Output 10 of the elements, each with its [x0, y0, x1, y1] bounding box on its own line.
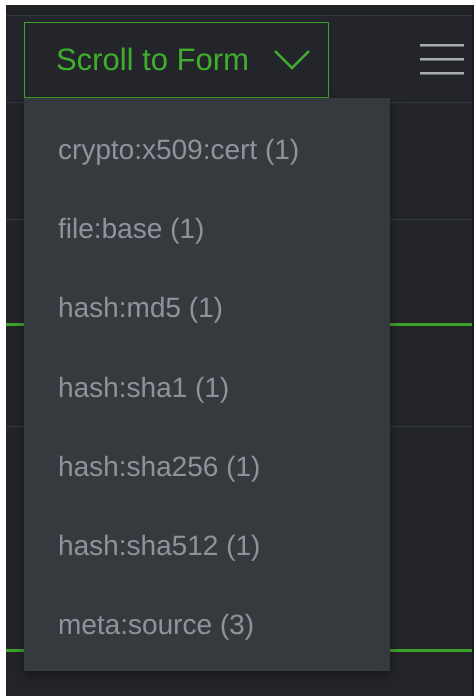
scroll-to-form-dropdown[interactable]: Scroll to Form	[24, 22, 329, 98]
dropdown-item[interactable]: hash:sha512 (1)	[24, 506, 390, 586]
dropdown-item[interactable]: hash:sha256 (1)	[24, 427, 390, 506]
dropdown-item[interactable]: meta:source (3)	[24, 586, 390, 666]
dropdown-item[interactable]: file:base (1)	[24, 189, 390, 269]
chevron-down-icon	[272, 48, 311, 70]
dropdown-item[interactable]: crypto:x509:cert (1)	[24, 110, 390, 190]
dropdown-item[interactable]: hash:md5 (1)	[24, 268, 390, 348]
menu-icon[interactable]	[420, 43, 464, 75]
dropdown-item[interactable]: hash:sha1 (1)	[24, 348, 390, 428]
